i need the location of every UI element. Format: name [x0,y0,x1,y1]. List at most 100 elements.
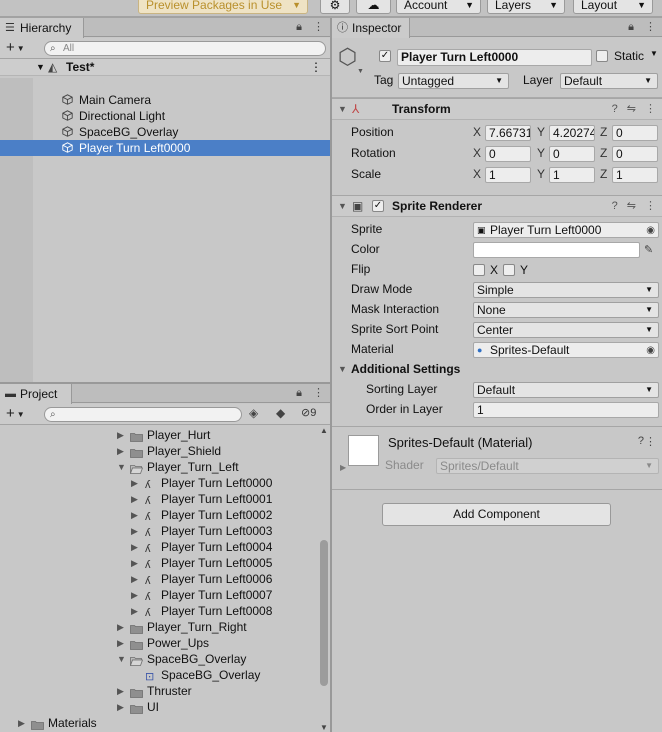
panel-divider[interactable] [0,382,330,384]
material-field[interactable]: ● Sprites-Default ◉ [473,342,659,358]
project-asset-item[interactable]: ▶ ʎ Player Turn Left0000 [0,475,318,491]
collapse-arrow-icon[interactable]: ▶ [117,683,124,699]
project-folder-item[interactable]: ▶ Power_Ups [0,635,318,651]
create-dropdown[interactable]: + ▼ [6,405,25,423]
static-checkbox[interactable] [596,50,608,62]
collapse-arrow-icon[interactable]: ▶ [117,619,124,635]
settings-button[interactable]: ⚙ [320,0,350,14]
sorting-layer-dropdown[interactable]: Default ▼ [473,382,659,398]
fold-arrow-icon[interactable]: ▼ [338,99,347,119]
project-asset-item[interactable]: ▶ ʎ Player Turn Left0004 [0,539,318,555]
tab-project[interactable]: ▬ Project [0,384,72,404]
help-icon[interactable]: ? [612,200,618,212]
hierarchy-search-input[interactable]: ⌕ All [44,41,326,56]
project-asset-item[interactable]: ▶ ʎ Player Turn Left0005 [0,555,318,571]
create-dropdown[interactable]: + ▼ [6,39,25,57]
layout-dropdown[interactable]: Layout ▼ [573,0,653,14]
flip-y-checkbox[interactable] [503,264,515,276]
scale-y-field[interactable]: 1 [549,167,595,183]
expand-arrow-icon[interactable]: ▼ [36,59,45,75]
more-menu-icon[interactable]: ⋮ [313,21,324,33]
hierarchy-item[interactable]: Player Turn Left0000 [0,140,330,156]
object-name-field[interactable]: Player Turn Left0000 [397,49,592,66]
more-menu-icon[interactable]: ⋮ [645,103,656,115]
scene-row[interactable]: ▼ ◭ Test* ⋮ [0,59,330,76]
object-picker-icon[interactable]: ◉ [646,224,655,237]
presets-icon[interactable]: ⇋ [627,103,636,115]
active-checkbox[interactable]: ✓ [379,50,391,62]
more-menu-icon[interactable]: ⋮ [645,435,656,448]
layer-dropdown[interactable]: Default ▼ [560,73,658,89]
expand-arrow-icon[interactable]: ▼ [117,651,126,667]
color-swatch[interactable] [473,242,640,258]
preview-packages-button[interactable]: Preview Packages in Use ▼ [138,0,308,14]
scrollbar-thumb[interactable] [320,540,328,686]
rotation-x-field[interactable]: 0 [485,146,531,162]
collapse-arrow-icon[interactable]: ▶ [117,699,124,715]
chevron-down-icon[interactable]: ▼ [650,49,658,58]
panel-divider[interactable] [330,18,332,732]
project-asset-item[interactable]: ▶ ʎ Player Turn Left0007 [0,587,318,603]
object-picker-icon[interactable]: ◉ [646,344,655,357]
project-asset-item[interactable]: ⊡ SpaceBG_Overlay [0,667,318,683]
add-component-button[interactable]: Add Component [382,503,611,526]
collapse-arrow-icon[interactable]: ▶ [117,443,124,459]
project-folder-item[interactable]: ▶ Player_Hurt [0,427,318,443]
hierarchy-item[interactable]: Directional Light [0,108,330,124]
rotation-z-field[interactable]: 0 [612,146,658,162]
presets-icon[interactable]: ⇋ [627,200,636,212]
shader-dropdown[interactable]: Sprites/Default ▼ [436,458,659,474]
draw-mode-dropdown[interactable]: Simple ▼ [473,282,659,298]
project-asset-item[interactable]: ▶ ʎ Player Turn Left0003 [0,523,318,539]
gameobject-cube-icon[interactable]: ⬡ [338,46,357,68]
sprite-sort-point-dropdown[interactable]: Center ▼ [473,322,659,338]
collapse-arrow-icon[interactable]: ▶ [117,427,124,443]
project-asset-item[interactable]: ▶ ʎ Player Turn Left0002 [0,507,318,523]
more-menu-icon[interactable]: ⋮ [313,387,324,399]
project-scrollbar[interactable]: ▲ ▼ [319,426,329,732]
layers-dropdown[interactable]: Layers ▼ [487,0,565,14]
chevron-down-icon[interactable]: ▼ [357,68,364,75]
help-icon[interactable]: ? [612,103,618,115]
tab-inspector[interactable]: ⓘ Inspector [332,18,410,38]
collapse-arrow-icon[interactable]: ▶ [131,571,138,587]
additional-settings-row[interactable]: ▼ Additional Settings [332,360,662,380]
project-asset-item[interactable]: ▶ ʎ Player Turn Left0006 [0,571,318,587]
project-folder-item[interactable]: ▶ Player_Turn_Right [0,619,318,635]
position-y-field[interactable]: 4.20274 [549,125,595,141]
more-menu-icon[interactable]: ⋮ [645,200,656,212]
filter-by-label-icon[interactable]: ◆ [276,406,285,420]
position-x-field[interactable]: 7.66731 [485,125,531,141]
cloud-button[interactable]: ☁ [356,0,391,14]
fold-arrow-icon[interactable]: ▼ [338,196,347,216]
scroll-up-icon[interactable]: ▲ [320,426,328,435]
collapse-arrow-icon[interactable]: ▶ [131,475,138,491]
collapse-arrow-icon[interactable]: ▶ [131,555,138,571]
tab-hierarchy[interactable]: ☰ Hierarchy [0,18,84,38]
lock-icon[interactable]: 🔒︎ [296,21,302,33]
scale-z-field[interactable]: 1 [612,167,658,183]
project-folder-item[interactable]: ▶ Materials [0,715,318,731]
sprite-field[interactable]: ▣ Player Turn Left0000 ◉ [473,222,659,238]
mask-interaction-dropdown[interactable]: None ▼ [473,302,659,318]
more-menu-icon[interactable]: ⋮ [310,59,322,75]
expand-arrow-icon[interactable]: ▶ [340,463,346,472]
rotation-y-field[interactable]: 0 [549,146,595,162]
project-asset-item[interactable]: ▶ ʎ Player Turn Left0008 [0,603,318,619]
project-search-input[interactable]: ⌕ [44,407,242,422]
project-folder-item[interactable]: ▶ UI [0,699,318,715]
lock-icon[interactable]: 🔒︎ [628,21,634,33]
more-menu-icon[interactable]: ⋮ [645,21,656,33]
collapse-arrow-icon[interactable]: ▶ [131,523,138,539]
scale-x-field[interactable]: 1 [485,167,531,183]
eyedropper-icon[interactable]: ✎ [644,241,653,259]
sprite-renderer-header[interactable]: ▼ ▣ ✓ Sprite Renderer ? ⇋ ⋮ [332,195,662,217]
help-icon[interactable]: ? [638,435,644,447]
collapse-arrow-icon[interactable]: ▶ [131,539,138,555]
order-in-layer-field[interactable]: 1 [473,402,659,418]
flip-x-checkbox[interactable] [473,264,485,276]
account-dropdown[interactable]: Account ▼ [396,0,481,14]
project-folder-item[interactable]: ▶ Thruster [0,683,318,699]
collapse-arrow-icon[interactable]: ▶ [18,715,25,731]
project-folder-item[interactable]: ▼ Player_Turn_Left [0,459,318,475]
